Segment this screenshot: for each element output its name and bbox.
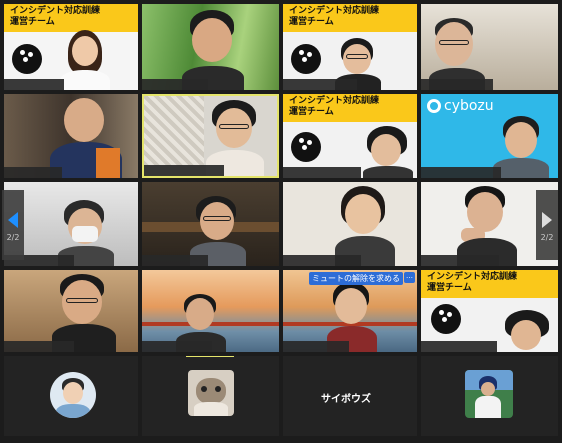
- team-banner: インシデント対応訓練 運営チーム: [4, 4, 138, 32]
- team-banner-text: インシデント対応訓練 運営チーム: [427, 272, 518, 293]
- name-bar: [144, 165, 224, 176]
- chevron-left-icon: [8, 212, 18, 228]
- page-indicator-right: 2/2: [540, 233, 554, 242]
- name-bar: [4, 341, 74, 352]
- video-tile-r4c4[interactable]: インシデント対応訓練 運営チーム: [421, 270, 558, 352]
- next-page-button[interactable]: 2/2: [536, 190, 558, 260]
- bug-bounty-logo: [291, 132, 321, 162]
- video-tile-r2c2-active-speaker[interactable]: [142, 94, 279, 178]
- team-banner-text: インシデント対応訓練 運営チーム: [289, 96, 380, 117]
- cybozu-brand-text: cybozu: [444, 98, 494, 114]
- name-bar: [142, 341, 212, 352]
- avatar: [465, 370, 513, 418]
- cybozu-mark-icon: [427, 99, 441, 113]
- name-bar: [421, 341, 497, 352]
- video-tile-r1c3[interactable]: インシデント対応訓練 運営チーム: [283, 4, 417, 90]
- video-tile-r4c1[interactable]: [4, 270, 138, 352]
- video-tile-r5c4[interactable]: [421, 356, 558, 436]
- participant-video: [457, 186, 517, 266]
- video-tile-r4c2[interactable]: [142, 270, 279, 352]
- video-tile-r4c3[interactable]: ミュートの解除を求める …: [283, 270, 417, 352]
- participant-video: [50, 96, 122, 178]
- name-bar: [142, 79, 208, 90]
- video-tile-r3c3[interactable]: [283, 182, 417, 266]
- name-bar: [142, 255, 208, 266]
- participant-video: [493, 116, 549, 178]
- team-banner-text: インシデント対応訓練 運営チーム: [10, 6, 101, 27]
- name-bar: [4, 79, 64, 90]
- video-tile-r1c1[interactable]: インシデント対応訓練 運営チーム: [4, 4, 138, 90]
- request-unmute-button[interactable]: ミュートの解除を求める: [309, 272, 403, 285]
- video-tile-r1c2[interactable]: [142, 4, 279, 90]
- chevron-right-icon: [542, 212, 552, 228]
- participant-video: [335, 186, 395, 266]
- name-bar: [283, 341, 349, 352]
- participant-video: [182, 10, 244, 90]
- name-bar: [421, 79, 493, 90]
- video-tile-r3c1[interactable]: [4, 182, 138, 266]
- video-tile-r1c4[interactable]: [421, 4, 558, 90]
- video-tile-r5c2[interactable]: [142, 356, 279, 436]
- cybozu-logo: cybozu: [427, 98, 494, 114]
- face-mask: [72, 226, 98, 242]
- name-bar: [421, 167, 501, 178]
- bug-bounty-logo: [12, 44, 42, 74]
- team-banner: インシデント対応訓練 運営チーム: [421, 270, 558, 298]
- team-banner-text: インシデント対応訓練 運営チーム: [289, 6, 380, 27]
- video-tile-r5c3[interactable]: サイボウズ: [283, 356, 417, 436]
- video-tile-r5c1[interactable]: [4, 356, 138, 436]
- name-bar: [283, 79, 357, 90]
- video-gallery: インシデント対応訓練 運営チーム インシデント対応訓練 運営チーム インシデント…: [0, 0, 562, 443]
- team-banner: インシデント対応訓練 運営チーム: [283, 4, 417, 32]
- avatar: [50, 372, 96, 418]
- participant-name: サイボウズ: [321, 394, 371, 405]
- name-bar: [283, 167, 361, 178]
- name-bar: [283, 255, 361, 266]
- video-tile-r2c3[interactable]: インシデント対応訓練 運営チーム: [283, 94, 417, 178]
- video-tile-r3c2[interactable]: [142, 182, 279, 266]
- speaking-indicator: [186, 356, 234, 357]
- page-indicator-left: 2/2: [6, 233, 20, 242]
- name-bar: [421, 255, 499, 266]
- prev-page-button[interactable]: 2/2: [2, 190, 24, 260]
- video-tile-r2c4[interactable]: cybozu: [421, 94, 558, 178]
- more-icon[interactable]: …: [404, 272, 415, 283]
- bug-bounty-logo: [291, 44, 321, 74]
- bug-bounty-logo: [431, 304, 461, 334]
- participant-video: [363, 126, 413, 178]
- video-tile-r2c1[interactable]: [4, 94, 138, 178]
- participant-video: [501, 310, 555, 352]
- team-banner: インシデント対応訓練 運営チーム: [283, 94, 417, 122]
- avatar: [188, 370, 234, 416]
- name-bar: [4, 167, 62, 178]
